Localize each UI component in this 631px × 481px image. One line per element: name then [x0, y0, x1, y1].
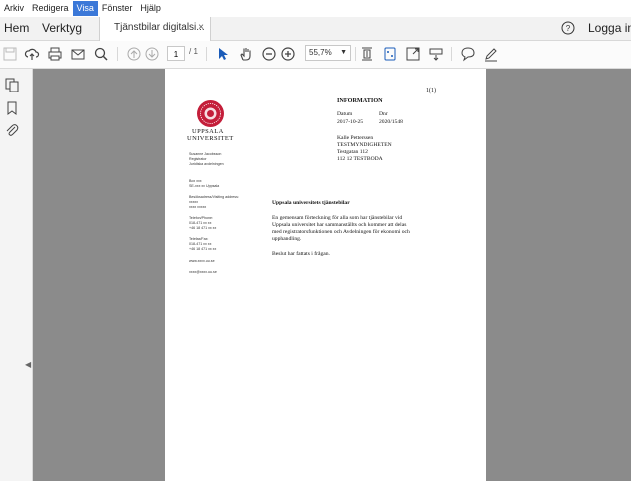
sender-line: Juridiska avdelningen: [189, 162, 224, 166]
contact-line: 018-471 xx xx: [189, 242, 212, 246]
contact-line: Telefon/Phone:: [189, 216, 213, 220]
upload-cloud-icon[interactable]: [23, 45, 41, 63]
rotate-view-icon[interactable]: [381, 45, 399, 63]
login-button[interactable]: Logga in: [588, 17, 631, 40]
pen-icon[interactable]: [482, 45, 500, 63]
contact-line: xxxx@xxxx.uu.se: [189, 270, 217, 274]
full-screen-icon[interactable]: [404, 45, 422, 63]
contact-line: +46 18 471 xx xx: [189, 226, 217, 230]
page-number: 1(1): [426, 88, 436, 94]
menu-bar: Arkiv Redigera Visa Fönster Hjälp: [0, 0, 631, 17]
menu-hjalp[interactable]: Hjälp: [136, 1, 165, 16]
logo-line-2: UNIVERSITET: [187, 135, 234, 142]
contact-line: xxxx xxxxx: [189, 205, 207, 209]
page-number-input[interactable]: 1: [167, 46, 185, 61]
attachment-icon[interactable]: [5, 123, 19, 137]
pages-thumbnails-icon[interactable]: [5, 78, 19, 92]
contact-line: www.xxxx.uu.se: [189, 259, 215, 263]
hand-tool-icon[interactable]: [237, 45, 255, 63]
toolbar-divider: [206, 47, 207, 61]
body-line: En gemensam förteckning för alla som har…: [272, 215, 403, 221]
date-value: 2017-10-25: [337, 119, 364, 125]
search-icon[interactable]: [92, 45, 110, 63]
close-tab-icon[interactable]: ×: [198, 17, 204, 39]
left-panel: ◀: [0, 69, 33, 481]
recipient-line: Kalle Petterssen: [337, 135, 374, 141]
toolbar-divider: [117, 47, 118, 61]
menu-redigera[interactable]: Redigera: [28, 1, 73, 16]
save-icon[interactable]: [1, 45, 19, 63]
contact-line: Box xxx: [189, 179, 202, 183]
subject-heading: Uppsala universitets tjänstebilar: [272, 200, 350, 206]
menu-visa[interactable]: Visa: [72, 1, 98, 16]
fit-page-icon[interactable]: [358, 45, 376, 63]
document-heading: INFORMATION: [337, 97, 383, 104]
uppsala-seal-logo: [197, 100, 224, 127]
contact-line: Telefax/Fax:: [189, 237, 209, 241]
document-tab[interactable]: Tjänstbilar digitalsi... ×: [99, 17, 211, 41]
chevron-down-icon: ▼: [340, 49, 347, 56]
tab-home[interactable]: Hem: [4, 17, 29, 40]
contact-line: 018-471 xx xx: [189, 221, 212, 225]
logo-line-1: UPPSALA: [192, 128, 224, 135]
body-line: upphandling.: [272, 236, 302, 242]
sender-line: Registrator: [189, 157, 207, 161]
zoom-value: 55,7%: [309, 48, 332, 57]
sender-line: Susanne Jacobsson: [189, 152, 222, 156]
scroll-mode-icon[interactable]: [427, 45, 445, 63]
menu-fonster[interactable]: Fönster: [98, 1, 137, 16]
pdf-page: 1(1) UPPSALA UNIVERSITET Susanne Jacobss…: [165, 69, 486, 481]
recipient-line: Testgatan 112: [337, 149, 368, 155]
zoom-out-icon[interactable]: [260, 45, 278, 63]
select-cursor-icon[interactable]: [214, 45, 232, 63]
help-icon[interactable]: ?: [561, 21, 575, 35]
previous-page-icon[interactable]: [125, 45, 143, 63]
tab-tools[interactable]: Verktyg: [42, 17, 82, 40]
contact-line: SE-xxx xx Uppsala: [189, 184, 220, 188]
contact-line: xxxxx: [189, 200, 198, 204]
email-icon[interactable]: [69, 45, 87, 63]
zoom-select[interactable]: 55,7% ▼: [305, 45, 351, 61]
collapse-panel-icon[interactable]: ◀: [25, 360, 31, 369]
decision-text: Beslut har fattats i frågan.: [272, 251, 330, 257]
print-icon[interactable]: [46, 45, 64, 63]
body-line: Uppsala universitet har sammanställts oc…: [272, 222, 407, 228]
tab-bar: Hem Verktyg Tjänstbilar digitalsi... × ?…: [0, 17, 631, 41]
zoom-in-icon[interactable]: [279, 45, 297, 63]
document-tab-title: Tjänstbilar digitalsi...: [114, 22, 205, 33]
menu-arkiv[interactable]: Arkiv: [0, 1, 28, 16]
recipient-line: TESTMYNDIGHETEN: [337, 142, 392, 148]
contact-line: Besöksadress/Visiting address:: [189, 195, 239, 199]
recipient-line: 112 12 TESTBODA: [337, 156, 383, 162]
comment-icon[interactable]: [459, 45, 477, 63]
next-page-icon[interactable]: [143, 45, 161, 63]
reference-value: 2020/1548: [379, 119, 403, 125]
page-total: / 1: [189, 47, 198, 56]
contact-line: +46 18 471 xx xx: [189, 247, 217, 251]
reference-label: Dnr: [379, 111, 388, 117]
date-label: Datum: [337, 111, 353, 117]
svg-text:?: ?: [566, 24, 571, 33]
toolbar-divider: [451, 47, 452, 61]
body-line: med registratorsfunktionen och Avdelning…: [272, 229, 410, 235]
bookmark-icon[interactable]: [5, 101, 19, 115]
toolbar-divider: [355, 47, 356, 61]
